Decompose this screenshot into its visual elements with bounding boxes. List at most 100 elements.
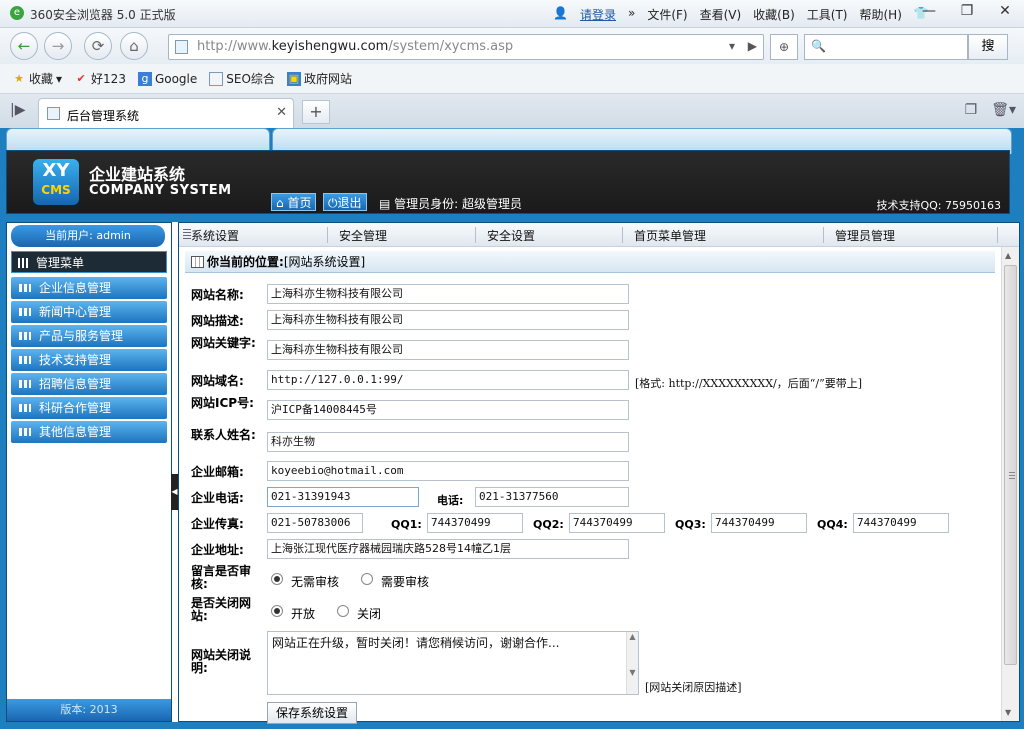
sidebar-item-news[interactable]: 新闻中心管理 <box>11 301 167 323</box>
site-desc-input[interactable]: 上海科亦生物科技有限公司 <box>267 310 629 330</box>
tab-admin[interactable]: 后台管理系统 ✕ <box>38 98 294 128</box>
refresh-button[interactable]: ⟳ <box>84 32 112 60</box>
site-open-radio[interactable] <box>271 605 283 617</box>
cms-header: XY CMS 企业建站系统 COMPANY SYSTEM ⌂ 首页 ⏻退出 ▤ … <box>6 150 1010 214</box>
close-desc-text: 网站正在升级，暂时关闭！请您稍候访问，谢谢合作... <box>272 636 560 650</box>
menu-favorites[interactable]: 收藏(B) <box>753 6 795 23</box>
main-scrollbar[interactable]: ▲ ▼ <box>1001 247 1019 721</box>
scroll-up-icon[interactable]: ▲ <box>1005 251 1011 260</box>
close-window-button[interactable]: ✕ <box>986 0 1024 24</box>
fav-seo[interactable]: SEO综合 <box>209 70 275 87</box>
email-label: 企业邮箱: <box>191 465 244 479</box>
tab-security-management[interactable]: 安全管理 <box>339 227 387 244</box>
close-tab-icon[interactable]: ✕ <box>276 105 287 120</box>
home-link-button[interactable]: ⌂ 首页 <box>271 193 317 211</box>
qq3-input[interactable]: 744370499 <box>711 513 807 533</box>
home-button[interactable]: ⌂ <box>120 32 148 60</box>
maximize-button[interactable]: ❐ <box>948 0 986 24</box>
fav-google[interactable]: g Google <box>137 71 197 86</box>
address-label: 企业地址: <box>191 543 244 557</box>
sidebar-item-research[interactable]: 科研合作管理 <box>11 397 167 419</box>
sidebar-item-company[interactable]: 企业信息管理 <box>11 277 167 299</box>
menu-icon <box>19 380 31 388</box>
qq2-label: QQ2: <box>533 518 564 531</box>
login-link[interactable]: 请登录 <box>580 6 616 23</box>
location-icon <box>191 256 204 268</box>
close-desc-hint: [网站关闭原因描述] <box>645 681 742 694</box>
review-none-radio[interactable] <box>271 573 283 585</box>
scroll-down-icon[interactable]: ▼ <box>1005 708 1011 717</box>
page-icon <box>175 40 188 54</box>
version: 版本: 2013 <box>7 699 171 721</box>
close-site-label: 是否关闭网站: <box>191 596 252 623</box>
new-tab-button[interactable]: + <box>302 100 330 124</box>
review-required-radio[interactable] <box>361 573 373 585</box>
close-desc-label: 网站关闭说明: <box>191 648 252 675</box>
review-none-label: 无需审核 <box>291 575 340 589</box>
main-panel: 系统设置 安全管理 安全设置 首页菜单管理 管理员管理 你当前的位置:[网站系统… <box>178 222 1020 724</box>
site-open-label: 开放 <box>291 607 316 621</box>
sidebar-item-other[interactable]: 其他信息管理 <box>11 421 167 443</box>
menu-file[interactable]: 文件(F) <box>647 6 687 23</box>
restore-tabs-icon[interactable]: ❐ <box>965 102 978 118</box>
collapse-arrow-icon[interactable]: ◀ <box>171 474 178 510</box>
close-desc-textarea[interactable]: 网站正在升级，暂时关闭！请您稍候访问，谢谢合作... ▲ ▼ <box>267 631 639 695</box>
phone-input[interactable]: 021-31391943 <box>267 487 419 507</box>
logout-button[interactable]: ⏻退出 <box>323 193 367 211</box>
trash-icon[interactable]: 🗑▾ <box>991 102 1016 118</box>
fav-collect[interactable]: ★ 收藏 ▾ <box>12 70 62 87</box>
browser-app-title: 360安全浏览器 5.0 正式版 <box>30 8 176 22</box>
site-keywords-input[interactable]: 上海科亦生物科技有限公司 <box>267 340 629 360</box>
site-name-input[interactable]: 上海科亦生物科技有限公司 <box>267 284 629 304</box>
menu-help[interactable]: 帮助(H) <box>859 6 901 23</box>
sidebar-toggle-icon[interactable]: |▶ <box>10 102 25 118</box>
icp-label: 网站ICP号: <box>191 396 254 410</box>
fav-gov[interactable]: ▣ 政府网站 <box>286 70 352 87</box>
menu-tools[interactable]: 工具(T) <box>807 6 848 23</box>
address-dropdown-icon[interactable]: ▾ <box>729 39 735 53</box>
scroll-thumb[interactable] <box>1004 265 1017 665</box>
brand-en: COMPANY SYSTEM <box>89 183 232 198</box>
fav-hao123[interactable]: ✔ 好123 <box>74 70 126 87</box>
site-close-radio[interactable] <box>337 605 349 617</box>
address-bar[interactable]: http://www.keyishengwu.com/system/xycms.… <box>168 34 764 60</box>
cms-page: XY CMS 企业建站系统 COMPANY SYSTEM ⌂ 首页 ⏻退出 ▤ … <box>0 128 1024 729</box>
sidebar-item-jobs[interactable]: 招聘信息管理 <box>11 373 167 395</box>
go-icon[interactable]: ▶ <box>748 39 757 53</box>
qq1-input[interactable]: 744370499 <box>427 513 523 533</box>
breadcrumb: 你当前的位置:[网站系统设置] <box>185 251 995 273</box>
search-button[interactable]: 搜 <box>968 34 1008 60</box>
menu-view[interactable]: 查看(V) <box>700 6 742 23</box>
user-icon: 👤 <box>553 6 568 20</box>
textarea-scrollbar[interactable]: ▲ ▼ <box>626 632 638 694</box>
menu-icon <box>19 284 31 292</box>
address-url[interactable]: http://www.keyishengwu.com/system/xycms.… <box>197 39 513 54</box>
menu-chevron-icon: » <box>627 6 636 20</box>
tab-home-menu[interactable]: 首页菜单管理 <box>634 227 706 244</box>
site-name-label: 网站名称: <box>191 288 244 302</box>
forward-button[interactable]: → <box>44 32 72 60</box>
save-settings-button[interactable]: 保存系统设置 <box>267 702 358 724</box>
phone-label: 企业电话: <box>191 491 244 505</box>
contact-label: 联系人姓名: <box>191 428 256 442</box>
tab-admin-management[interactable]: 管理员管理 <box>835 227 895 244</box>
browser-titlebar: e 360安全浏览器 5.0 正式版 👤 请登录 » 文件(F) 查看(V) 收… <box>0 0 1024 28</box>
tab-system-settings[interactable]: 系统设置 <box>191 227 239 244</box>
contact-input[interactable]: 科亦生物 <box>267 432 629 452</box>
domain-input[interactable]: http://127.0.0.1:99/ <box>267 370 629 390</box>
fax-input[interactable]: 021-50783006 <box>267 513 363 533</box>
tel-input[interactable]: 021-31377560 <box>475 487 629 507</box>
address-input[interactable]: 上海张江现代医疗器械园瑞庆路528号14幢乙1层 <box>267 539 629 559</box>
back-button[interactable]: ← <box>10 32 38 60</box>
tab-security-settings[interactable]: 安全设置 <box>487 227 535 244</box>
icp-input[interactable]: 沪ICP备14008445号 <box>267 400 629 420</box>
sidebar-item-support[interactable]: 技术支持管理 <box>11 349 167 371</box>
sidebar-item-products[interactable]: 产品与服务管理 <box>11 325 167 347</box>
qq4-input[interactable]: 744370499 <box>853 513 949 533</box>
search-input[interactable]: 🔍 <box>804 34 968 60</box>
shield-icon[interactable]: ⊕ <box>770 34 798 60</box>
qq2-input[interactable]: 744370499 <box>569 513 665 533</box>
minimize-button[interactable]: — <box>910 0 948 24</box>
admin-role: ▤ 管理员身份: 超级管理员 <box>379 197 523 211</box>
email-input[interactable]: koyeebio@hotmail.com <box>267 461 629 481</box>
